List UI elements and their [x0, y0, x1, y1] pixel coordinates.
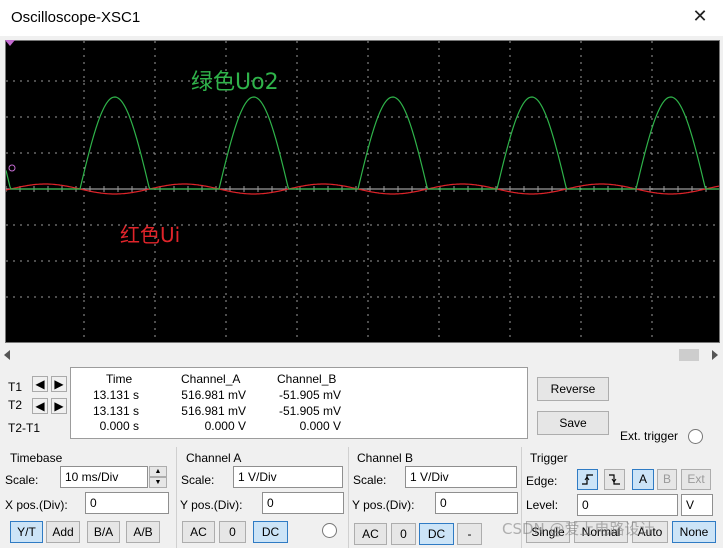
trigger-title: Trigger	[530, 451, 568, 465]
ext-trigger-terminal[interactable]	[688, 429, 703, 444]
t2-label: T2	[8, 398, 23, 412]
reverse-button[interactable]: Reverse	[537, 377, 609, 401]
channel-b-title: Channel B	[357, 451, 414, 465]
timebase-scale-input[interactable]: 10 ms/Div	[60, 466, 148, 488]
falling-edge-icon	[609, 474, 620, 485]
falling-edge-button[interactable]	[604, 469, 625, 490]
yt-mode-button[interactable]: Y/T	[10, 521, 43, 543]
trigger-level-label: Level:	[526, 498, 559, 512]
channel-b-ypos-input[interactable]: 0	[435, 492, 518, 514]
channel-a-header: Channel_A	[181, 372, 241, 386]
horizontal-scrollbar[interactable]	[0, 346, 723, 364]
channel-a-terminal[interactable]	[322, 523, 337, 538]
t2-left-arrow-icon[interactable]: ◀	[32, 398, 48, 414]
channel-a-group: Channel A Scale: 1 V/Div Y pos.(Div): 0 …	[176, 447, 348, 548]
trigger-level-input[interactable]: 0	[577, 494, 678, 516]
cursor-controls: T1 ◀ ▶ T2 ◀ ▶ T2-T1	[4, 368, 70, 438]
scroll-thumb[interactable]	[679, 349, 699, 361]
trigger-level-unit[interactable]: V	[681, 494, 713, 516]
ab-mode-button[interactable]: A/B	[126, 521, 160, 543]
rising-edge-icon	[582, 474, 593, 485]
scale-down-icon[interactable]: ▼	[149, 477, 167, 488]
trigger-marker-icon[interactable]	[5, 40, 15, 46]
channel-a-ypos-label: Y pos.(Div):	[180, 498, 243, 512]
rising-edge-button[interactable]	[577, 469, 598, 490]
trigger-edge-label: Edge:	[526, 474, 558, 488]
channel-b-ac-button[interactable]: AC	[354, 523, 387, 545]
channel-a-ypos-input[interactable]: 0	[262, 492, 344, 514]
t1-channel-a: 516.981 mV	[181, 388, 246, 402]
trigger-source-b-button[interactable]: B	[657, 469, 677, 490]
t1-time: 13.131 s	[92, 388, 139, 402]
close-icon[interactable]: ✕	[688, 4, 712, 28]
channel-b-group: Channel B Scale: 1 V/Div Y pos.(Div): 0 …	[348, 447, 521, 548]
scale-up-icon[interactable]: ▲	[149, 466, 167, 477]
timebase-title: Timebase	[10, 451, 63, 465]
diff-time: 0.000 s	[99, 419, 139, 433]
channel-b-dc-button[interactable]: DC	[419, 523, 454, 545]
channel-a-scale-label: Scale:	[181, 473, 215, 487]
timebase-scale-label: Scale:	[5, 473, 39, 487]
t2-right-arrow-icon[interactable]: ▶	[51, 398, 67, 414]
title-bar: Oscilloscope-XSC1 ✕	[0, 0, 723, 36]
t2-channel-b: -51.905 mV	[278, 404, 341, 418]
channel-b-scale-label: Scale:	[353, 473, 387, 487]
ba-mode-button[interactable]: B/A	[87, 521, 120, 543]
scroll-left-icon[interactable]	[4, 350, 10, 360]
channel-b-annotation: 红色Ui	[120, 223, 181, 247]
channel-b-zero-button[interactable]: 0	[391, 523, 416, 545]
channel-b-ypos-label: Y pos.(Div):	[352, 498, 415, 512]
channel-a-title: Channel A	[186, 451, 242, 465]
window-title: Oscilloscope-XSC1	[11, 9, 141, 26]
channel-a-ac-button[interactable]: AC	[182, 521, 215, 543]
add-mode-button[interactable]: Add	[46, 521, 80, 543]
channel-b-header: Channel_B	[277, 372, 337, 386]
timebase-xpos-label: X pos.(Div):	[5, 498, 68, 512]
trigger-source-a-button[interactable]: A	[632, 469, 654, 490]
measurement-readout: Time Channel_A Channel_B 13.131 s 516.98…	[70, 367, 528, 439]
scroll-right-icon[interactable]	[712, 350, 718, 360]
save-button[interactable]: Save	[537, 411, 609, 435]
watermark: CSDN @爱上电路设计	[502, 520, 655, 538]
diff-channel-b: 0.000 V	[299, 419, 341, 433]
t1-channel-b: -51.905 mV	[278, 388, 341, 402]
channel-a-scale-input[interactable]: 1 V/Div	[233, 466, 343, 488]
timebase-group: Timebase Scale: 10 ms/Div ▲ ▼ X pos.(Div…	[0, 447, 176, 548]
cursor-marker[interactable]	[8, 164, 16, 172]
trigger-source-ext-button[interactable]: Ext	[681, 469, 711, 490]
waveform-display	[6, 41, 719, 342]
channel-b-scale-input[interactable]: 1 V/Div	[405, 466, 517, 488]
timebase-xpos-input[interactable]: 0	[85, 492, 169, 514]
t2-channel-a: 516.981 mV	[181, 404, 246, 418]
t1-right-arrow-icon[interactable]: ▶	[51, 376, 67, 392]
ext-trigger-label: Ext. trigger	[620, 429, 679, 443]
channel-a-zero-button[interactable]: 0	[219, 521, 246, 543]
channel-a-trace	[6, 96, 719, 190]
t2-time: 13.131 s	[92, 404, 139, 418]
channel-b-minus-button[interactable]: -	[457, 523, 482, 545]
time-header: Time	[106, 372, 133, 386]
scope-screen[interactable]	[5, 40, 720, 343]
t1-left-arrow-icon[interactable]: ◀	[32, 376, 48, 392]
channel-a-dc-button[interactable]: DC	[253, 521, 288, 543]
t2-t1-label: T2-T1	[8, 421, 41, 435]
t1-label: T1	[8, 380, 23, 394]
trigger-none-button[interactable]: None	[672, 521, 716, 543]
diff-channel-a: 0.000 V	[204, 419, 246, 433]
channel-a-annotation: 绿色Uo2	[191, 70, 279, 95]
